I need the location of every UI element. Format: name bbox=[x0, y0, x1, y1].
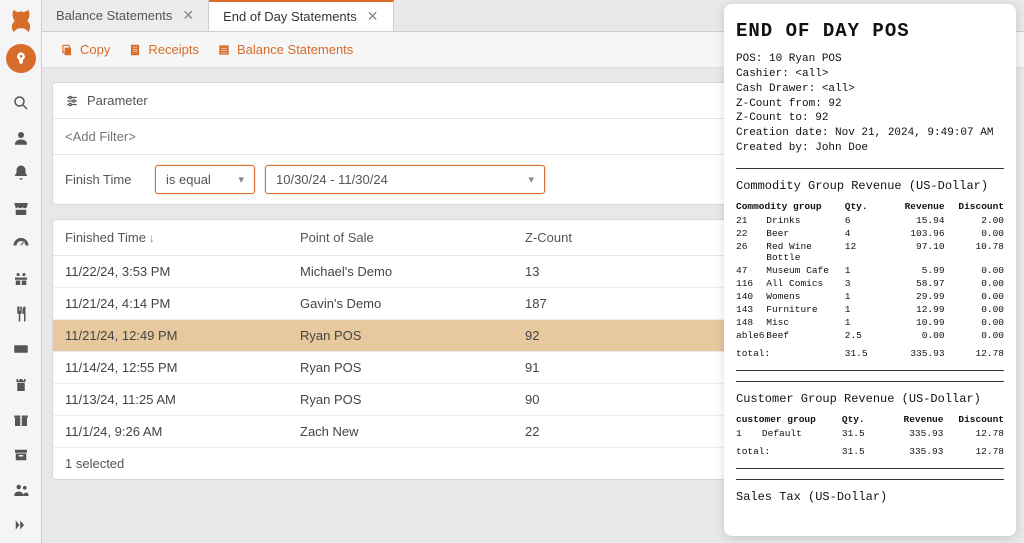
column-point-of-sale[interactable]: Point of Sale bbox=[300, 230, 525, 245]
balance-statements-button[interactable]: Balance Statements bbox=[217, 42, 353, 57]
commodity-table: Commodity group Qty. Revenue Discount 21… bbox=[736, 201, 1004, 360]
commodity-row: able6Beef2.50.000.00 bbox=[736, 329, 1004, 342]
select-value: is equal bbox=[166, 172, 211, 187]
receipt-title: END OF DAY POS bbox=[736, 20, 1004, 42]
receipt-meta: POS: 10 Ryan POS Cashier: <all> Cash Dra… bbox=[736, 52, 1004, 156]
commodity-row: 21Drinks615.942.00 bbox=[736, 214, 1004, 227]
toolbar-label: Copy bbox=[80, 42, 110, 57]
store-icon[interactable] bbox=[0, 191, 42, 226]
sidebar bbox=[0, 0, 42, 543]
commodity-row: 22Beer4103.960.00 bbox=[736, 227, 1004, 240]
present-icon[interactable] bbox=[0, 402, 42, 437]
chevron-down-icon: ▾ bbox=[528, 173, 534, 186]
tab-label: Balance Statements bbox=[56, 8, 172, 23]
user-icon[interactable] bbox=[0, 121, 42, 156]
tower-icon[interactable] bbox=[0, 367, 42, 402]
ticket-icon[interactable] bbox=[0, 332, 42, 367]
customer-section-title: Customer Group Revenue (US-Dollar) bbox=[736, 392, 1004, 406]
panel-title: Parameter bbox=[87, 93, 148, 108]
users-icon[interactable] bbox=[0, 473, 42, 508]
commodity-row: 140Womens129.990.00 bbox=[736, 290, 1004, 303]
rocket-launch-button[interactable] bbox=[6, 44, 36, 73]
commodity-row: 47Museum Cafe15.990.00 bbox=[736, 264, 1004, 277]
copy-button[interactable]: Copy bbox=[60, 42, 110, 57]
customer-table: customer group Qty. Revenue Discount 1De… bbox=[736, 414, 1004, 458]
close-icon[interactable]: ✕ bbox=[367, 8, 379, 25]
app-logo-icon bbox=[6, 6, 36, 36]
column-finished-time[interactable]: Finished Time↓ bbox=[65, 230, 300, 245]
list-icon bbox=[217, 43, 231, 57]
commodity-row: 116All Comics358.970.00 bbox=[736, 277, 1004, 290]
close-icon[interactable]: ✕ bbox=[182, 7, 194, 24]
sliders-icon bbox=[65, 94, 79, 108]
copy-icon bbox=[60, 43, 74, 57]
commodity-section-title: Commodity Group Revenue (US-Dollar) bbox=[736, 179, 1004, 193]
chevron-down-icon: ▾ bbox=[238, 173, 244, 186]
select-value: 10/30/24 - 11/30/24 bbox=[276, 172, 388, 187]
cutlery-icon[interactable] bbox=[0, 297, 42, 332]
tab-end-of-day-statements[interactable]: End of Day Statements ✕ bbox=[209, 0, 393, 31]
toolbar-label: Balance Statements bbox=[237, 42, 353, 57]
customer-row: 1Default31.5335.9312.78 bbox=[736, 427, 1004, 440]
commodity-row: 26Red Wine Bottle1297.1010.78 bbox=[736, 240, 1004, 264]
sort-desc-icon: ↓ bbox=[149, 231, 155, 245]
gauge-icon[interactable] bbox=[0, 226, 42, 261]
expand-icon[interactable] bbox=[0, 508, 42, 543]
receipt-preview: END OF DAY POS POS: 10 Ryan POS Cashier:… bbox=[724, 4, 1016, 536]
toolbar-label: Receipts bbox=[148, 42, 199, 57]
commodity-row: 148Misc110.990.00 bbox=[736, 316, 1004, 329]
date-range-select[interactable]: 10/30/24 - 11/30/24 ▾ bbox=[265, 165, 545, 194]
search-icon[interactable] bbox=[0, 85, 42, 120]
receipt-icon bbox=[128, 43, 142, 57]
receipts-button[interactable]: Receipts bbox=[128, 42, 199, 57]
tab-label: End of Day Statements bbox=[223, 9, 357, 24]
operator-select[interactable]: is equal ▾ bbox=[155, 165, 255, 194]
commodity-row: 143Furniture112.990.00 bbox=[736, 303, 1004, 316]
bell-icon[interactable] bbox=[0, 156, 42, 191]
tab-balance-statements[interactable]: Balance Statements ✕ bbox=[42, 0, 209, 31]
gift-icon[interactable] bbox=[0, 261, 42, 296]
archive-icon[interactable] bbox=[0, 437, 42, 472]
filter-field-label: Finish Time bbox=[65, 172, 145, 187]
tax-section-title: Sales Tax (US-Dollar) bbox=[736, 490, 1004, 504]
